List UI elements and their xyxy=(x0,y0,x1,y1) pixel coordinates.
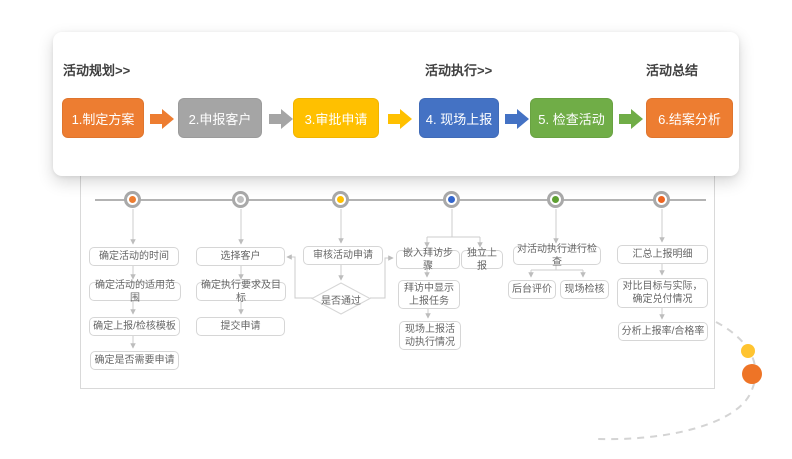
flow-node: 现场上报活动执行情况 xyxy=(399,321,461,350)
flow-node: 拜访中显示上报任务 xyxy=(398,280,460,309)
flow-node: 提交申请 xyxy=(196,317,285,336)
flow-node: 独立上报 xyxy=(461,248,503,272)
decor-dot-small xyxy=(741,344,755,358)
flow-node: 嵌入拜访步骤 xyxy=(396,248,460,272)
flow-node: 审核活动申请 xyxy=(303,246,383,265)
arrow-right-icon xyxy=(150,109,174,129)
process-steps-card: 活动规划>> 活动执行>> 活动总结 1.制定方案 2.申报客户 3.审批申请 … xyxy=(53,32,739,176)
phase-execution-label: 活动执行>> xyxy=(425,63,493,78)
arrow-right-icon xyxy=(269,109,293,129)
arrow-right-icon xyxy=(619,109,643,129)
arrow-right-icon xyxy=(388,109,412,129)
flow-node: 现场检核 xyxy=(560,280,609,299)
flow-node: 选择客户 xyxy=(196,247,285,266)
step-4-onsite-report: 4. 现场上报 xyxy=(419,98,499,138)
arrow-right-icon xyxy=(505,109,529,129)
flow-node: 后台评价 xyxy=(508,280,556,299)
timeline-dot-orange2 xyxy=(658,196,665,203)
timeline-node-2 xyxy=(232,191,249,208)
flow-node: 确定上报/检核模板 xyxy=(89,317,180,336)
decision-label: 是否通过 xyxy=(321,296,361,307)
timeline-dot-gray xyxy=(237,196,244,203)
process-diagram-page: 确定活动的时间 确定活动的适用范围 确定上报/检核模板 确定是否需要申请 选择客… xyxy=(0,0,792,459)
flow-node: 确定是否需要申请 xyxy=(90,351,179,370)
step-5-check-activity: 5. 检查活动 xyxy=(530,98,613,138)
phase-planning-label: 活动规划>> xyxy=(63,63,131,78)
timeline-dot-green xyxy=(552,196,559,203)
flow-node: 汇总上报明细 xyxy=(617,245,708,264)
timeline-node-1 xyxy=(124,191,141,208)
flow-node: 确定执行要求及目标 xyxy=(196,280,286,304)
phase-summary-label: 活动总结 xyxy=(646,63,699,78)
step-3-approve-application: 3.审批申请 xyxy=(293,98,379,138)
flow-node: 对比目标与实际，确定兑付情况 xyxy=(617,278,708,308)
flow-node: 确定活动的适用范围 xyxy=(89,280,181,304)
timeline-dot-orange xyxy=(129,196,136,203)
decor-dot-large xyxy=(742,364,762,384)
timeline-node-3 xyxy=(332,191,349,208)
timeline-node-5 xyxy=(547,191,564,208)
step-6-closing-analysis: 6.结案分析 xyxy=(646,98,733,138)
step-1-make-plan: 1.制定方案 xyxy=(62,98,144,138)
flow-node: 确定活动的时间 xyxy=(89,247,179,266)
step-2-declare-customers: 2.申报客户 xyxy=(178,98,262,138)
flow-node: 对活动执行进行检查 xyxy=(513,244,601,268)
flow-node: 分析上报率/合格率 xyxy=(618,322,708,341)
timeline-dot-gold xyxy=(337,196,344,203)
timeline-node-6 xyxy=(653,191,670,208)
timeline-node-4 xyxy=(443,191,460,208)
timeline-dot-blue xyxy=(448,196,455,203)
timeline-line xyxy=(95,199,706,201)
